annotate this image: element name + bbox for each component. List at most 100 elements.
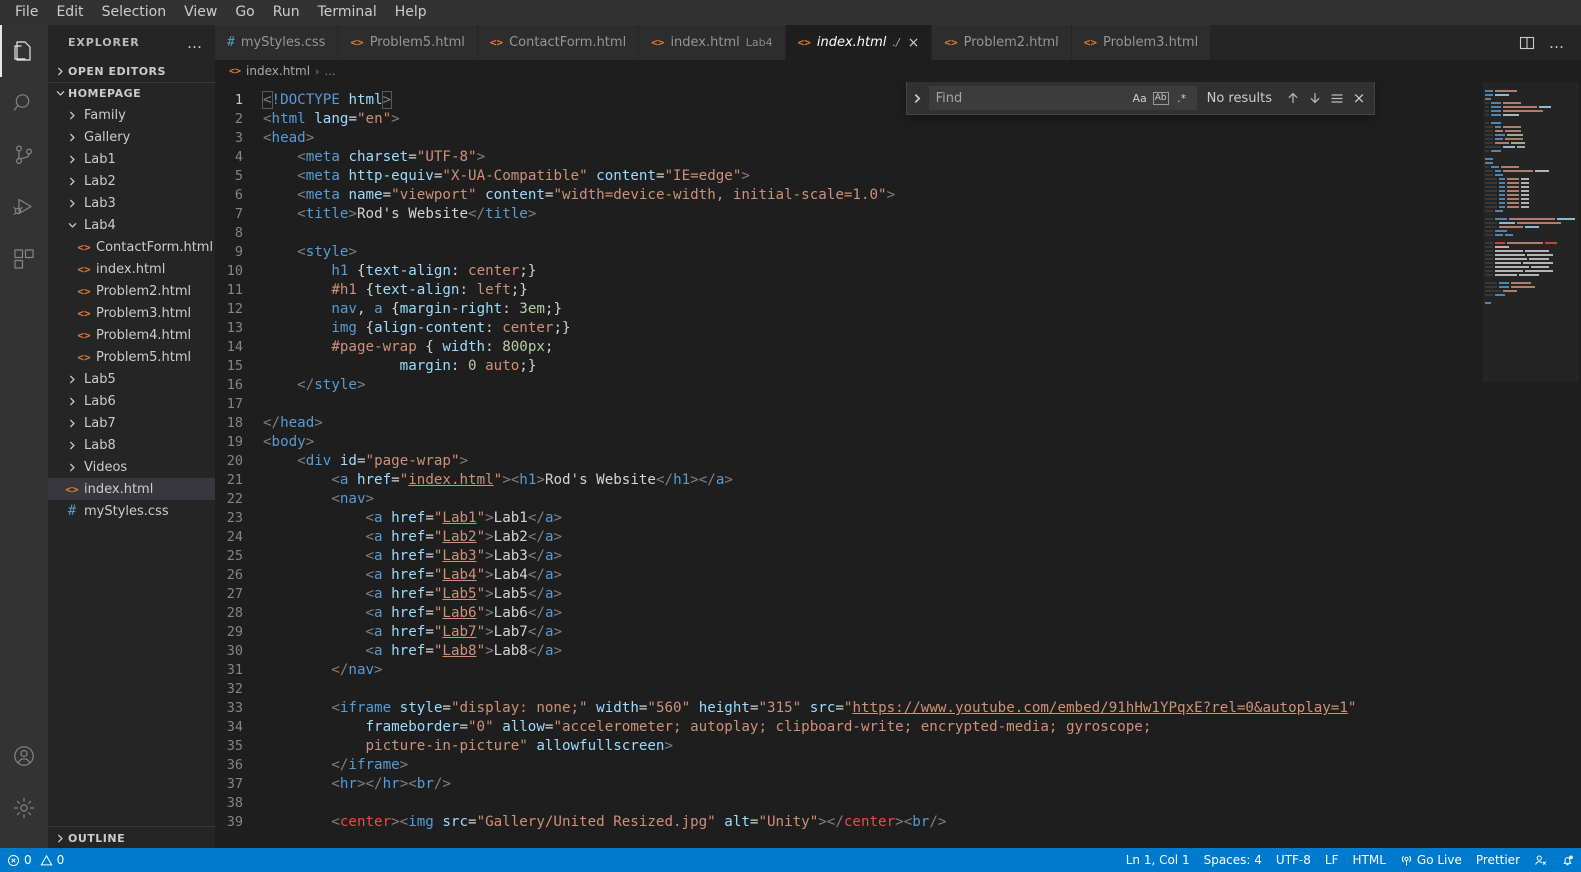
tree-folder-videos[interactable]: Videos: [48, 456, 215, 478]
code-line[interactable]: 32: [215, 680, 1483, 699]
tree-file-mystyles-css[interactable]: # myStyles.css: [48, 500, 215, 522]
encoding[interactable]: UTF-8: [1269, 848, 1318, 872]
notifications-bell-icon[interactable]: [1554, 848, 1581, 872]
end-of-line[interactable]: LF: [1318, 848, 1346, 872]
tab-problem3-html[interactable]: <> Problem3.html: [1071, 25, 1212, 60]
problems-status[interactable]: 0 0: [0, 848, 71, 872]
match-case-icon[interactable]: Aa: [1130, 88, 1150, 108]
tree-folder-gallery[interactable]: Gallery: [48, 126, 215, 148]
tab-close-icon[interactable]: ×: [908, 36, 920, 50]
tree-file-index-html[interactable]: <> index.html: [48, 258, 215, 280]
previous-match-icon[interactable]: [1282, 87, 1304, 109]
code-line[interactable]: 34 frameborder="0" allow="accelerometer;…: [215, 718, 1483, 737]
code-line[interactable]: 16 </style>: [215, 376, 1483, 395]
code-line[interactable]: 33 <iframe style="display: none;" width=…: [215, 699, 1483, 718]
code-line[interactable]: 25 <a href="Lab3">Lab3</a>: [215, 547, 1483, 566]
code-line[interactable]: 22 <nav>: [215, 490, 1483, 509]
explorer-icon[interactable]: [0, 25, 48, 77]
tab-mystyles-css[interactable]: # myStyles.css: [215, 25, 339, 60]
tree-folder-lab7[interactable]: Lab7: [48, 412, 215, 434]
code-line[interactable]: 38: [215, 794, 1483, 813]
section-open-editors[interactable]: OPEN EDITORS: [48, 60, 215, 82]
tree-folder-lab3[interactable]: Lab3: [48, 192, 215, 214]
whole-word-icon[interactable]: Ab: [1152, 91, 1169, 105]
tree-folder-lab6[interactable]: Lab6: [48, 390, 215, 412]
code-line[interactable]: 35 picture-in-picture" allowfullscreen>: [215, 737, 1483, 756]
code-line[interactable]: 31 </nav>: [215, 661, 1483, 680]
menu-help[interactable]: Help: [386, 1, 436, 24]
tree-folder-lab1[interactable]: Lab1: [48, 148, 215, 170]
tree-file-problem4-html[interactable]: <> Problem4.html: [48, 324, 215, 346]
remote-icon[interactable]: [1527, 848, 1554, 872]
indentation[interactable]: Spaces: 4: [1197, 848, 1269, 872]
code-line[interactable]: 7 <title>Rod's Website</title>: [215, 205, 1483, 224]
tab-index-html-active[interactable]: <> index.html ./ ×: [785, 25, 933, 60]
source-control-icon[interactable]: [0, 129, 48, 181]
more-actions-icon[interactable]: …: [1543, 29, 1571, 57]
code-line[interactable]: 23 <a href="Lab1">Lab1</a>: [215, 509, 1483, 528]
code-line[interactable]: 28 <a href="Lab6">Lab6</a>: [215, 604, 1483, 623]
code-line[interactable]: 26 <a href="Lab4">Lab4</a>: [215, 566, 1483, 585]
breadcrumb-file[interactable]: index.html: [246, 64, 310, 78]
tree-folder-lab8[interactable]: Lab8: [48, 434, 215, 456]
cursor-position[interactable]: Ln 1, Col 1: [1119, 848, 1197, 872]
code-line[interactable]: 13 img {align-content: center;}: [215, 319, 1483, 338]
code-line[interactable]: 4 <meta charset="UTF-8">: [215, 148, 1483, 167]
tab-index-html-lab4[interactable]: <> index.html Lab4: [639, 25, 786, 60]
tab-problem2-html[interactable]: <> Problem2.html: [932, 25, 1072, 60]
code-line[interactable]: 11 #h1 {text-align: left;}: [215, 281, 1483, 300]
find-in-selection-icon[interactable]: [1326, 87, 1348, 109]
code-line[interactable]: 18 </head>: [215, 414, 1483, 433]
code-line[interactable]: 30 <a href="Lab8">Lab8</a>: [215, 642, 1483, 661]
code-line[interactable]: 9 <style>: [215, 243, 1483, 262]
tab-problem5-html[interactable]: <> Problem5.html: [338, 25, 478, 60]
code-line[interactable]: 10 h1 {text-align: center;}: [215, 262, 1483, 281]
formatter-status[interactable]: Prettier: [1469, 848, 1527, 872]
code-line[interactable]: 20 <div id="page-wrap">: [215, 452, 1483, 471]
code-line[interactable]: 3 <head>: [215, 129, 1483, 148]
sidebar-more-icon[interactable]: …: [179, 35, 211, 50]
settings-gear-icon[interactable]: [0, 782, 48, 834]
account-icon[interactable]: [0, 730, 48, 782]
find-input[interactable]: Find Aa Ab .*: [928, 86, 1197, 110]
tree-file-problem5-html[interactable]: <> Problem5.html: [48, 346, 215, 368]
section-homepage[interactable]: HOMEPAGE: [48, 82, 215, 104]
menu-terminal[interactable]: Terminal: [309, 1, 386, 24]
tree-folder-lab5[interactable]: Lab5: [48, 368, 215, 390]
menu-selection[interactable]: Selection: [93, 1, 176, 24]
code-line[interactable]: 17: [215, 395, 1483, 414]
code-line[interactable]: 14 #page-wrap { width: 800px;: [215, 338, 1483, 357]
code-line[interactable]: 39 <center><img src="Gallery/United Resi…: [215, 813, 1483, 832]
section-outline[interactable]: OUTLINE: [48, 827, 215, 849]
code-line[interactable]: 29 <a href="Lab7">Lab7</a>: [215, 623, 1483, 642]
language-mode[interactable]: HTML: [1345, 848, 1392, 872]
minimap[interactable]: [1483, 82, 1581, 848]
close-icon[interactable]: ×: [1348, 87, 1370, 109]
code-line[interactable]: 37 <hr></hr><br/>: [215, 775, 1483, 794]
menu-go[interactable]: Go: [226, 1, 263, 24]
split-editor-icon[interactable]: [1513, 29, 1541, 57]
tree-file-problem2-html[interactable]: <> Problem2.html: [48, 280, 215, 302]
extensions-icon[interactable]: [0, 233, 48, 285]
menu-run[interactable]: Run: [264, 1, 309, 24]
regex-icon[interactable]: .*: [1172, 88, 1192, 108]
tree-folder-lab4[interactable]: Lab4: [48, 214, 215, 236]
breadcrumb-more[interactable]: …: [324, 65, 335, 78]
code-line[interactable]: 36 </iframe>: [215, 756, 1483, 775]
menu-file[interactable]: File: [6, 1, 47, 24]
go-live-button[interactable]: Go Live: [1393, 848, 1469, 872]
code-scroll-area[interactable]: 1 <!DOCTYPE html> 2 <html lang="en"> 3 <head>…: [215, 82, 1483, 848]
code-line[interactable]: 24 <a href="Lab2">Lab2</a>: [215, 528, 1483, 547]
tree-folder-family[interactable]: Family: [48, 104, 215, 126]
next-match-icon[interactable]: [1304, 87, 1326, 109]
toggle-replace-icon[interactable]: [907, 82, 929, 115]
code-line[interactable]: 15 margin: 0 auto;}: [215, 357, 1483, 376]
code-line[interactable]: 6 <meta name="viewport" content="width=d…: [215, 186, 1483, 205]
tree-folder-lab2[interactable]: Lab2: [48, 170, 215, 192]
code-line[interactable]: 19 <body>: [215, 433, 1483, 452]
tab-contactform-html[interactable]: <> ContactForm.html: [477, 25, 640, 60]
code-line[interactable]: 5 <meta http-equiv = "X-UA-Compatible" con…: [215, 167, 1483, 186]
tree-file-contactform-html[interactable]: <> ContactForm.html: [48, 236, 215, 258]
menu-view[interactable]: View: [175, 1, 226, 24]
menu-edit[interactable]: Edit: [47, 1, 92, 24]
